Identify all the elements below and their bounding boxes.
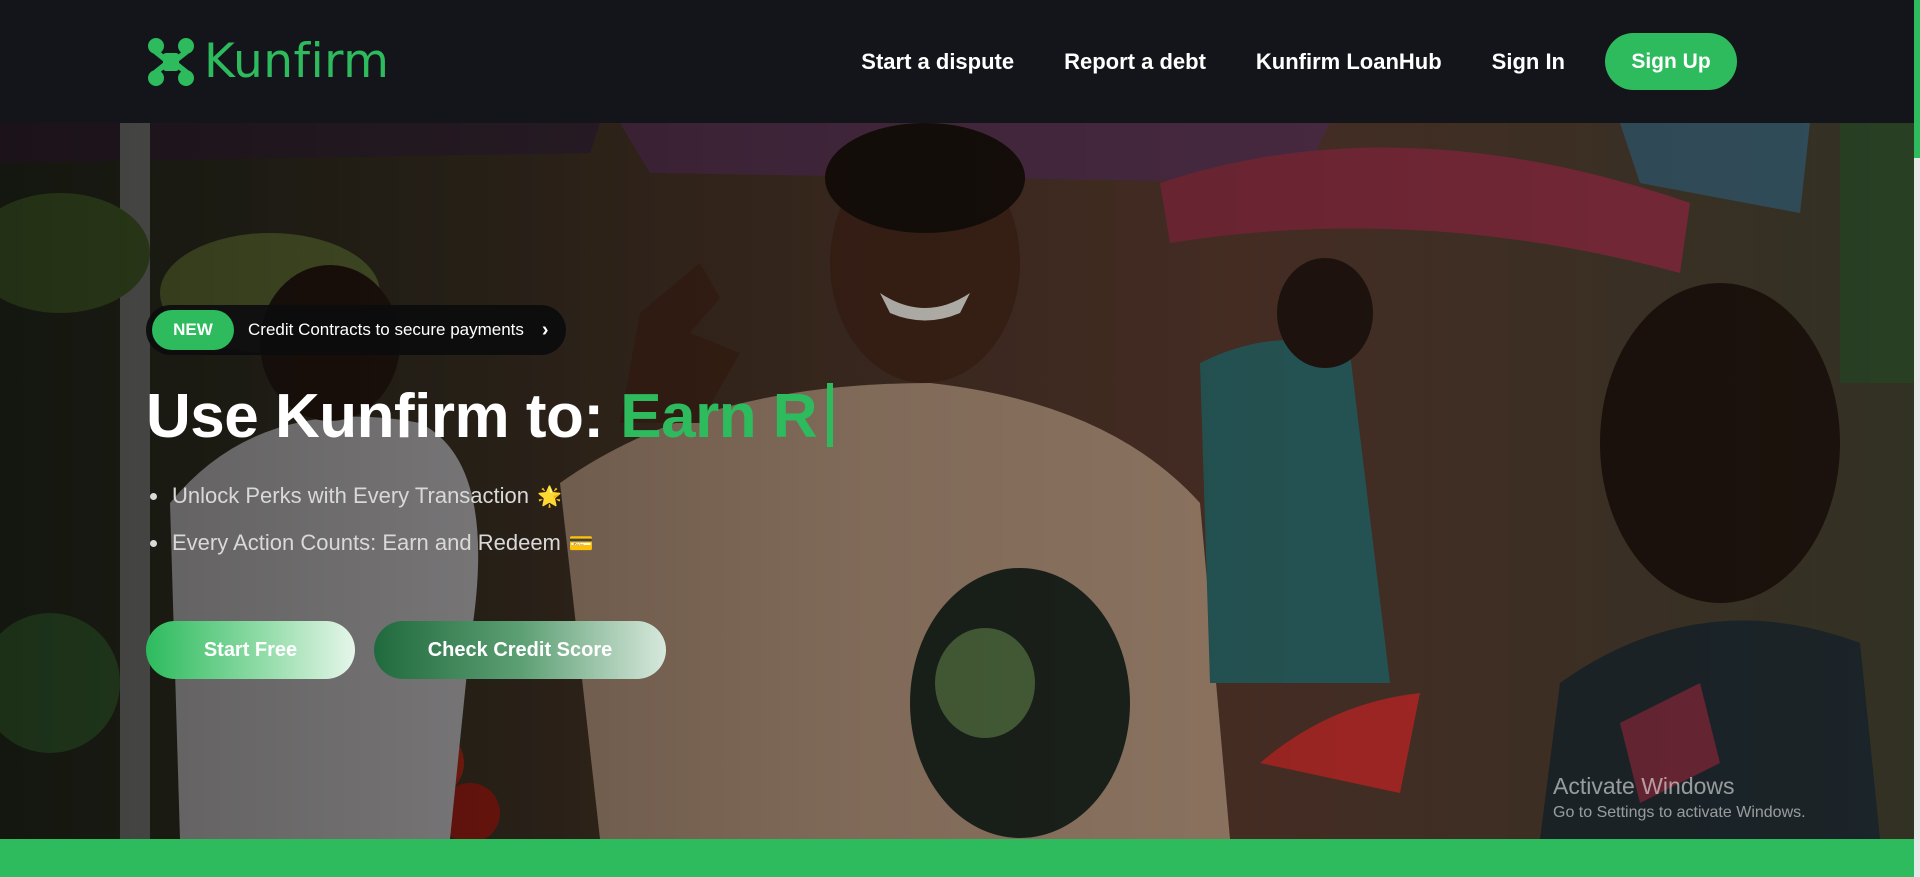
start-free-button[interactable]: Start Free bbox=[146, 621, 355, 679]
new-feature-badge[interactable]: NEW Credit Contracts to secure payments … bbox=[146, 305, 566, 355]
nav-report-debt[interactable]: Report a debt bbox=[1064, 49, 1206, 75]
bullet-dot bbox=[150, 539, 157, 547]
headline-static: Use Kunfirm to: bbox=[146, 382, 621, 451]
bullet-text: Unlock Perks with Every Transaction bbox=[172, 483, 530, 508]
sign-up-button[interactable]: Sign Up bbox=[1605, 33, 1737, 90]
badge-text: Credit Contracts to secure payments bbox=[248, 320, 524, 339]
hero-overlay bbox=[0, 123, 1914, 839]
bullet-dot bbox=[150, 492, 157, 500]
watermark-subtitle: Go to Settings to activate Windows. bbox=[1553, 804, 1806, 821]
kunfirm-logo-icon bbox=[148, 37, 194, 86]
nav-links: Start a dispute Report a debt Kunfirm Lo… bbox=[861, 33, 1737, 90]
bottom-green-strip bbox=[0, 839, 1920, 877]
credit-card-icon: 💳 bbox=[568, 532, 594, 555]
typing-caret bbox=[827, 383, 834, 447]
check-credit-score-button[interactable]: Check Credit Score bbox=[374, 621, 666, 679]
nav-loanhub[interactable]: Kunfirm LoanHub bbox=[1256, 49, 1442, 75]
chevron-right-icon: › bbox=[541, 318, 549, 341]
hero-section: NEW Credit Contracts to secure payments … bbox=[0, 123, 1914, 839]
hero-headline: Use Kunfirm to: Earn R bbox=[146, 381, 834, 452]
scrollbar-thumb[interactable] bbox=[1914, 0, 1920, 158]
headline-typed-word: Earn R bbox=[620, 382, 818, 451]
nav-start-dispute[interactable]: Start a dispute bbox=[861, 49, 1014, 75]
star-icon: 🌟 bbox=[537, 485, 562, 508]
bullet-text: Every Action Counts: Earn and Redeem bbox=[172, 530, 561, 555]
watermark-title: Activate Windows bbox=[1553, 773, 1735, 799]
new-tag: NEW bbox=[152, 310, 234, 350]
bullet-item: Unlock Perks with Every Transaction 🌟 bbox=[150, 483, 594, 509]
top-navbar: Kunfirm Start a dispute Report a debt Ku… bbox=[0, 0, 1914, 123]
hero-bullets: Unlock Perks with Every Transaction 🌟 Ev… bbox=[150, 483, 594, 577]
windows-activation-watermark: Activate Windows Go to Settings to activ… bbox=[1553, 773, 1806, 822]
page-scrollbar[interactable] bbox=[1914, 0, 1920, 877]
kunfirm-logo[interactable]: Kunfirm bbox=[146, 34, 389, 89]
logo-text: Kunfirm bbox=[204, 34, 390, 89]
bullet-item: Every Action Counts: Earn and Redeem 💳 bbox=[150, 530, 594, 556]
nav-sign-in[interactable]: Sign In bbox=[1492, 49, 1565, 75]
